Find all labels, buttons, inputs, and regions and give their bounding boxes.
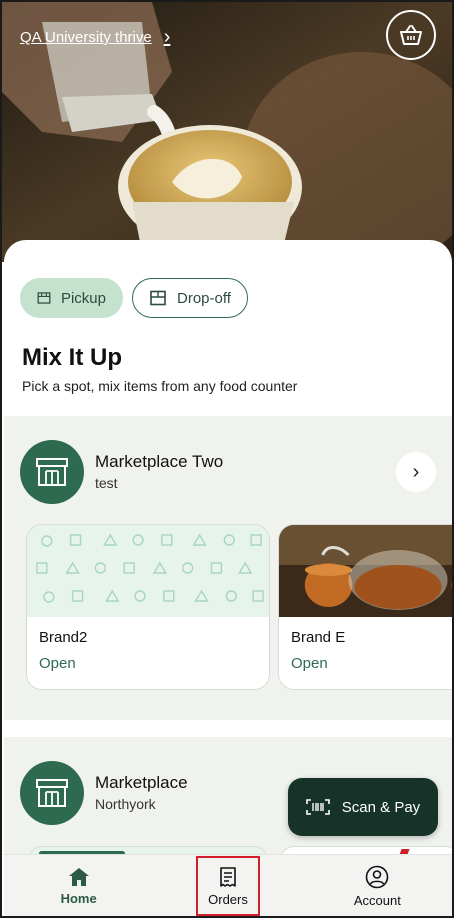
basket-icon <box>400 25 422 45</box>
marketplace-avatar <box>20 440 84 504</box>
brand-card[interactable]: Brand E Open <box>278 524 452 690</box>
account-icon <box>366 865 389 889</box>
marketplace-name: Marketplace Two <box>95 452 224 471</box>
pickup-label: Pickup <box>60 289 106 307</box>
tea-image <box>279 525 452 617</box>
storefront-icon <box>37 292 51 304</box>
marketplace-avatar <box>20 761 84 825</box>
hero-image: QA University thrive › <box>2 2 452 262</box>
page-subtitle: Pick a spot, mix items from any food cou… <box>22 378 298 394</box>
food-pattern-image <box>27 525 269 617</box>
orders-highlight-box <box>196 856 260 916</box>
locker-icon <box>150 290 166 306</box>
dropoff-label: Drop-off <box>177 289 231 307</box>
scan-and-pay-button[interactable]: Scan & Pay <box>288 778 438 836</box>
nav-account[interactable]: Account <box>303 855 452 916</box>
site-selector-link[interactable]: QA University thrive › <box>20 26 170 49</box>
barcode-scan-icon <box>305 799 330 815</box>
marketplace-open-button[interactable]: › <box>396 452 436 492</box>
app-frame: QA University thrive › Pickup Drop-off M… <box>0 0 454 918</box>
brand-name: Brand2 <box>39 629 88 646</box>
fulfillment-toggle: Pickup Drop-off <box>20 278 248 318</box>
basket-button[interactable] <box>386 10 436 60</box>
nav-account-label: Account <box>353 893 401 908</box>
home-icon <box>68 868 89 886</box>
site-name[interactable]: QA University thrive <box>20 29 152 46</box>
marketplace-name: Marketplace <box>95 773 188 792</box>
nav-home[interactable]: Home <box>4 855 153 916</box>
store-icon <box>36 458 68 486</box>
brand-status: Open <box>39 655 76 672</box>
scan-and-pay-label: Scan & Pay <box>341 798 421 816</box>
dropoff-chip[interactable]: Drop-off <box>132 278 248 318</box>
brand-name: Brand E <box>291 629 346 646</box>
marketplace-subtitle: Northyork <box>95 796 156 812</box>
marketplace-subtitle: test <box>95 475 118 491</box>
nav-home-label: Home <box>60 891 97 906</box>
chevron-right-icon: › <box>163 26 171 48</box>
brand-status: Open <box>291 655 328 672</box>
chevron-right-icon: › <box>412 460 420 483</box>
store-icon <box>36 779 68 807</box>
pickup-chip[interactable]: Pickup <box>20 278 123 318</box>
page-title: Mix It Up <box>22 344 122 371</box>
brand-card[interactable]: Brand2 Open <box>26 524 270 690</box>
marketplace-section: Marketplace Two test › Brand2 Open Brand… <box>4 416 452 720</box>
